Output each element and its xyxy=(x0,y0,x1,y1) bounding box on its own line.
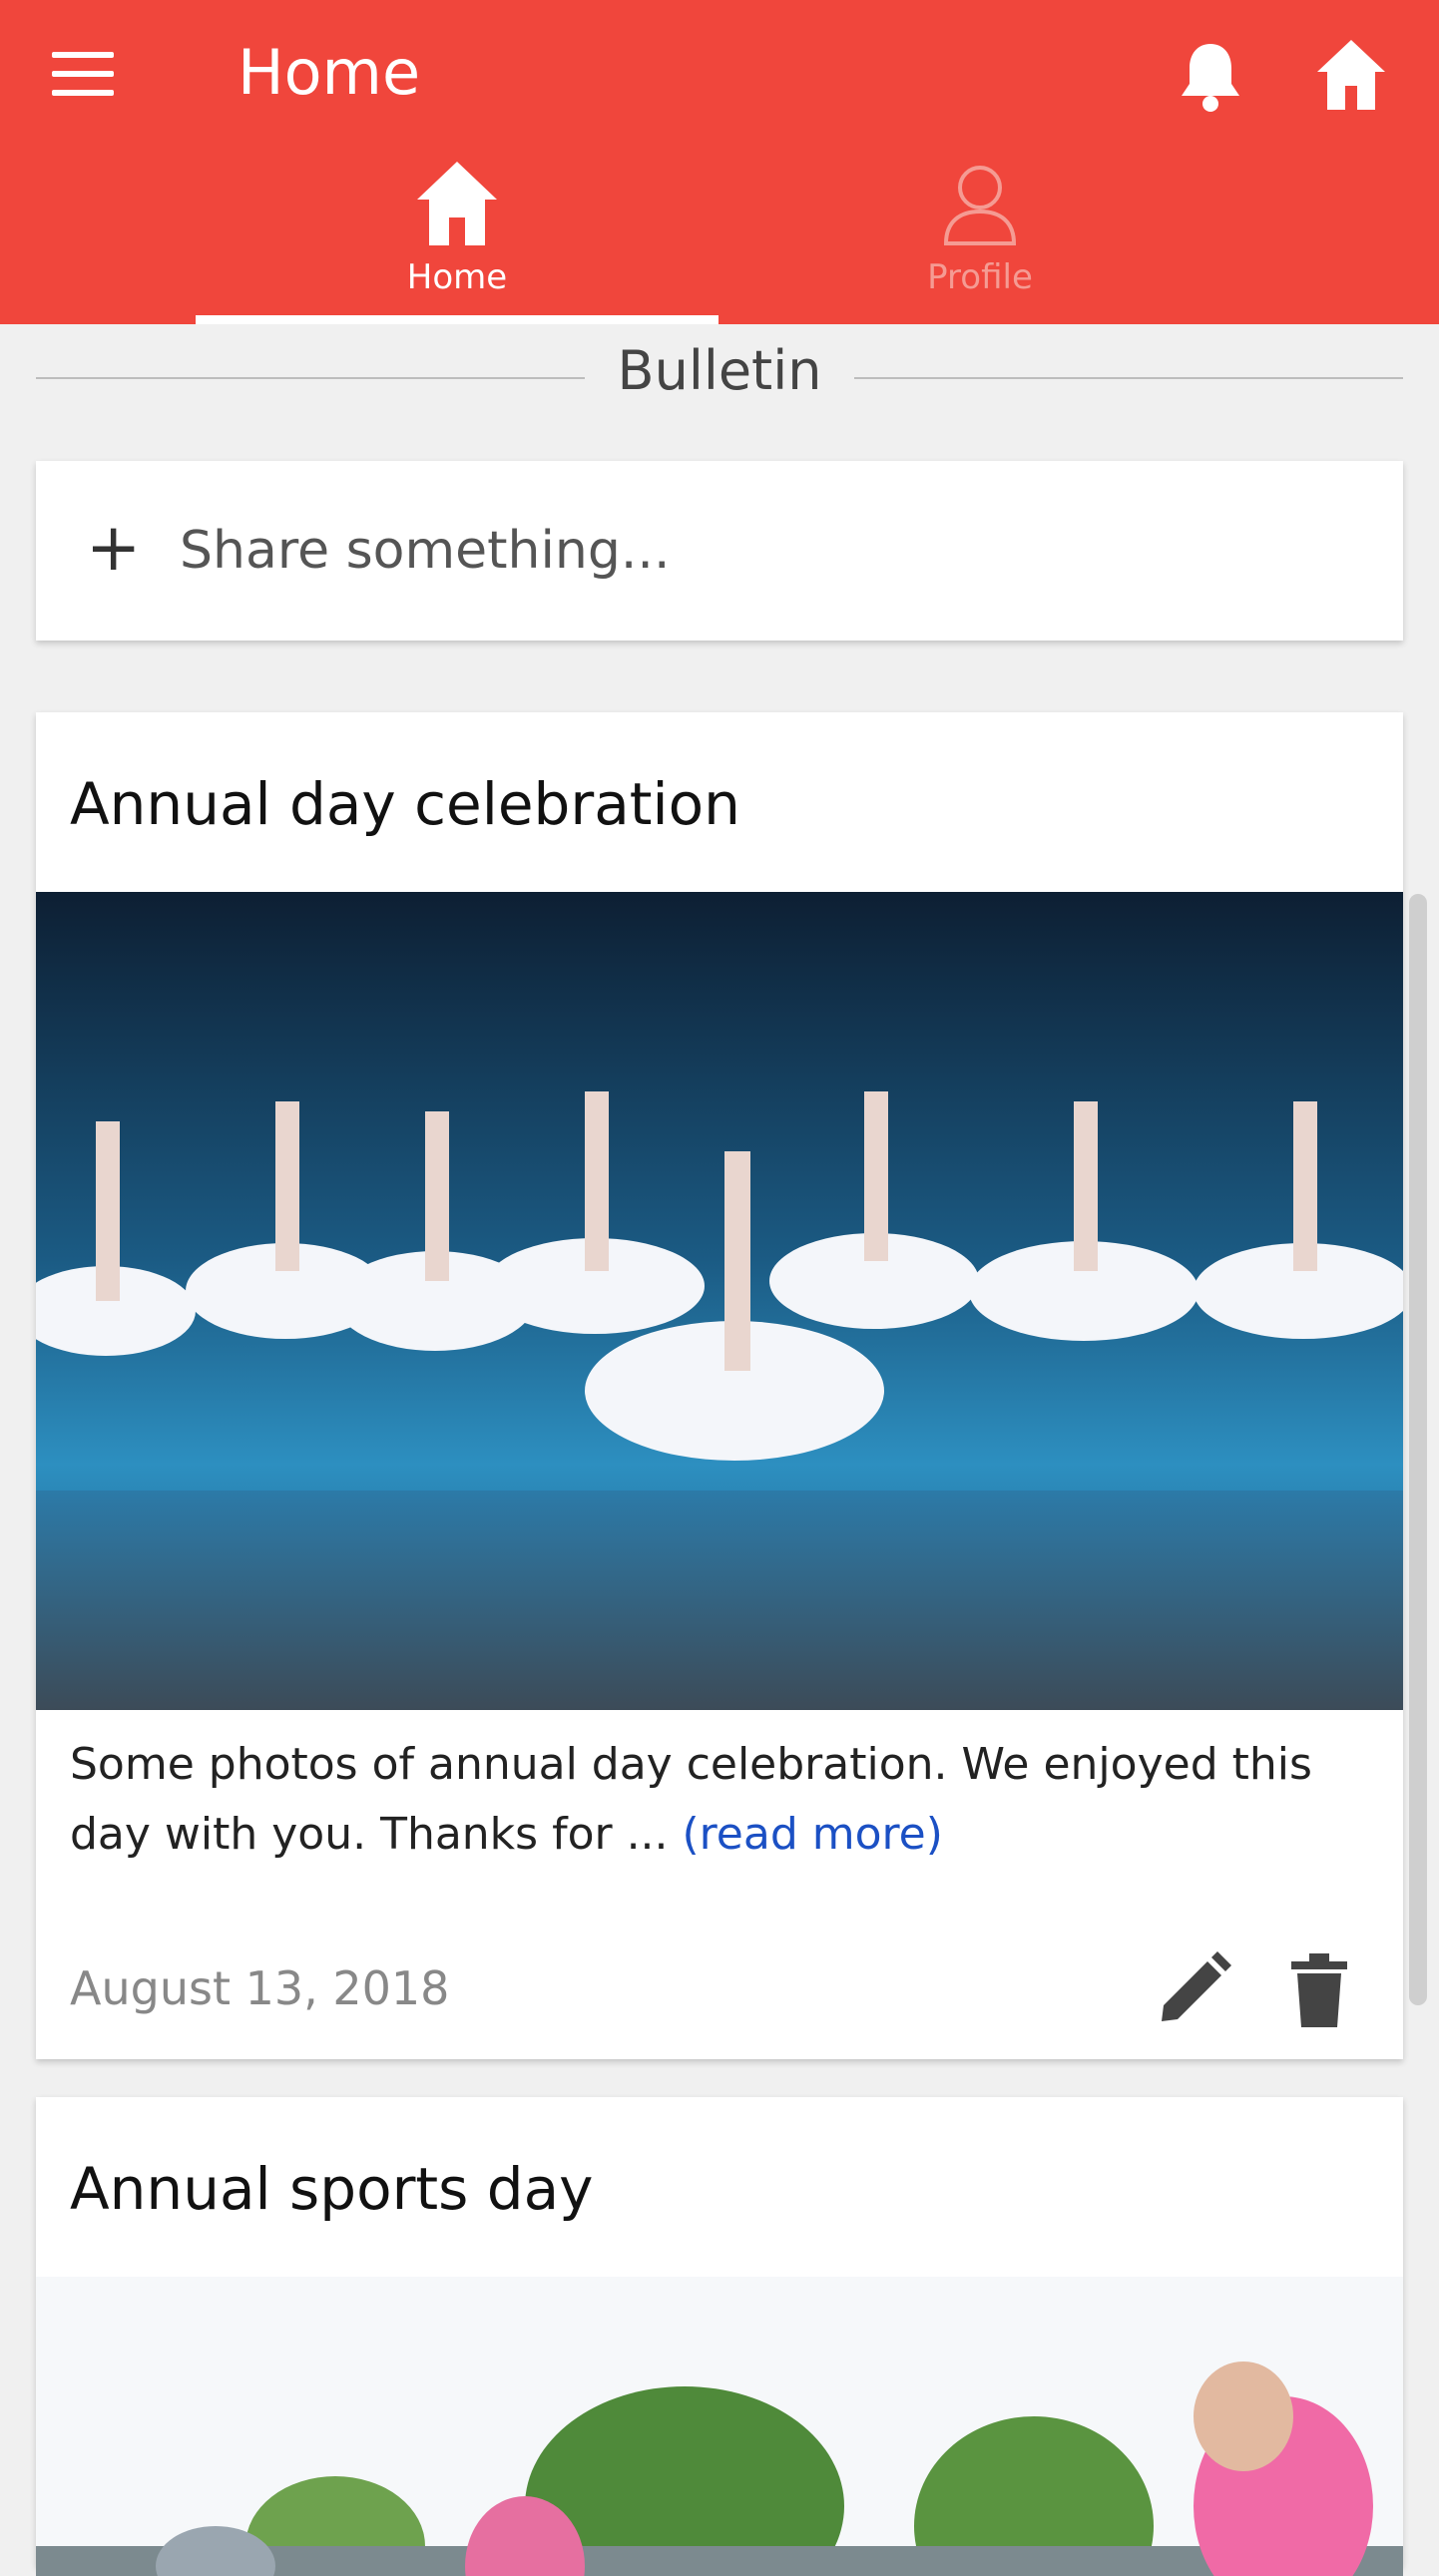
post-excerpt: Some photos of annual day celebration. W… xyxy=(70,1730,1367,1870)
edit-icon[interactable] xyxy=(1154,1949,1233,2029)
tab-home[interactable]: Home xyxy=(196,160,719,324)
tab-profile[interactable]: Profile xyxy=(719,160,1241,324)
post-card: Annual day celebration Some photos of an… xyxy=(36,712,1403,2059)
tab-indicator xyxy=(196,315,719,324)
app-bar: Home Home Profile xyxy=(0,0,1439,324)
post-image[interactable] xyxy=(36,892,1403,1710)
read-more-link[interactable]: (read more) xyxy=(683,1809,943,1860)
menu-icon[interactable] xyxy=(52,52,114,102)
divider xyxy=(854,377,1403,379)
share-placeholder: Share something... xyxy=(180,521,671,581)
home-icon xyxy=(417,162,497,245)
post-title: Annual day celebration xyxy=(70,770,740,838)
scrollbar[interactable] xyxy=(1409,894,1427,2005)
divider xyxy=(36,377,585,379)
share-input[interactable]: + Share something... xyxy=(36,461,1403,641)
post-date: August 13, 2018 xyxy=(70,1961,450,2015)
section-header: Bulletin xyxy=(36,339,1403,411)
plus-icon: + xyxy=(86,509,142,586)
person-icon xyxy=(943,166,1017,245)
page-title: Home xyxy=(238,36,421,109)
tab-profile-label: Profile xyxy=(927,257,1033,297)
trash-icon[interactable] xyxy=(1289,1953,1349,2027)
section-title: Bulletin xyxy=(617,339,822,402)
bell-icon[interactable] xyxy=(1176,40,1245,114)
post-title: Annual sports day xyxy=(70,2155,594,2223)
home-icon[interactable] xyxy=(1315,38,1387,112)
tab-home-label: Home xyxy=(406,257,508,297)
post-card: Annual sports day xyxy=(36,2097,1403,2576)
post-image[interactable] xyxy=(36,2277,1403,2576)
